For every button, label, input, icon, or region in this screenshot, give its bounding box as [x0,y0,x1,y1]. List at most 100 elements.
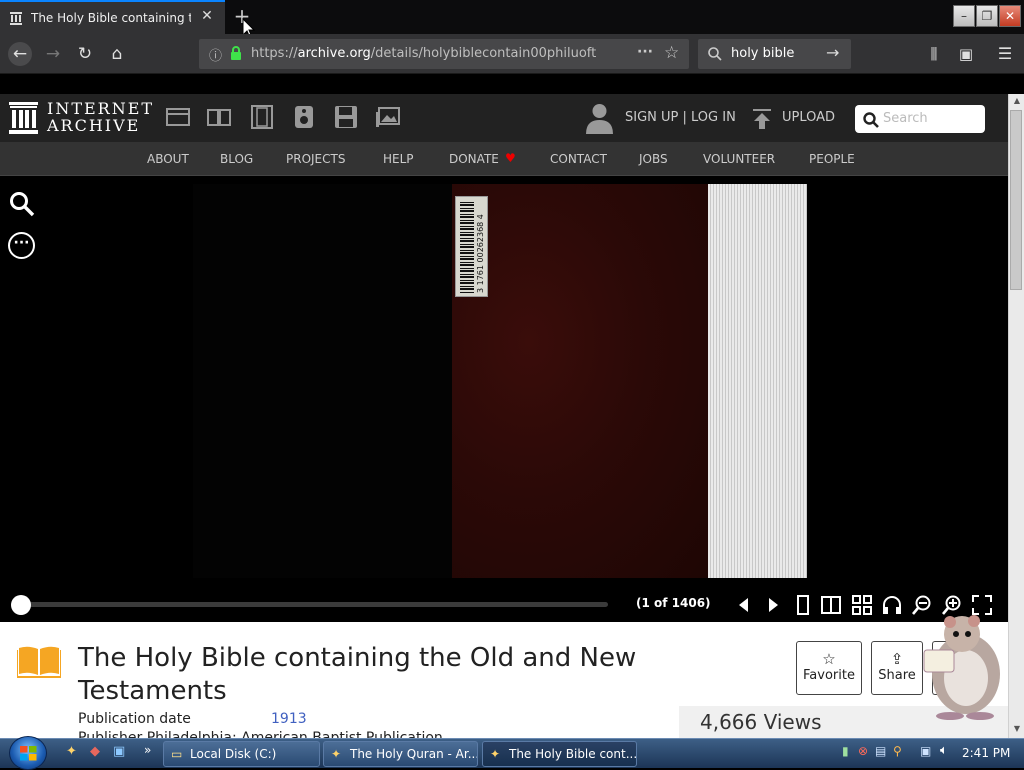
taskbar-item-local-disk[interactable]: ▭ Local Disk (C:) [163,741,320,767]
scroll-up-icon[interactable]: ▲ [1011,96,1023,106]
library-barcode-label: 3 1761 00262368 4 [455,196,488,297]
home-icon[interactable]: ⌂ [105,42,129,66]
tray-search-icon[interactable]: ⚲ [893,744,902,758]
viewer-search-icon[interactable] [9,191,35,217]
barcode-number: 3 1761 00262368 4 [476,214,485,293]
search-go-arrow-icon[interactable]: → [826,43,839,62]
publication-date-label: Publication date [78,711,191,727]
scroll-down-icon[interactable]: ▼ [1011,724,1023,734]
forward-arrow-icon[interactable]: → [41,42,65,66]
publication-date-link[interactable]: 1913 [271,711,307,727]
browser-icon: ✦ [331,747,342,761]
nav-jobs[interactable]: JOBS [639,152,668,166]
tray-security-icon[interactable]: ⊗ [858,744,868,758]
web-icon[interactable] [165,104,191,130]
search-icon [708,47,722,61]
tab-title: The Holy Bible containing the O [31,11,191,25]
next-page-icon[interactable] [762,594,784,616]
nav-donate[interactable]: DONATE [449,152,499,166]
barcode-lines [460,201,474,293]
quicklaunch-overflow-icon[interactable]: » [144,743,151,757]
nav-about[interactable]: ABOUT [147,152,189,166]
address-bar[interactable]: ⓘ https://archive.org/details/holybiblec… [199,39,689,69]
donate-heart-icon: ♥ [505,151,516,165]
windows-taskbar: ✦ ◆ ▣ » ▭ Local Disk (C:) ✦ The Holy Qur… [0,736,1024,770]
window-controls: – ❐ ✕ [953,5,1023,27]
texts-book-icon [17,646,61,678]
ia-top-nav: ABOUT BLOG PROJECTS HELP DONATE ♥ CONTAC… [0,142,1008,176]
reload-icon[interactable]: ↻ [73,42,97,66]
upload-link[interactable]: UPLOAD [782,110,835,125]
tray-app-icon[interactable]: ▮ [842,744,849,758]
views-count: 4,666 Views [700,710,822,734]
lock-icon [231,46,241,60]
page-actions-icon[interactable]: ··· [637,44,653,60]
ia-search-placeholder: Search [883,111,928,126]
read-aloud-headphones-icon[interactable] [881,594,903,616]
search-input-value: holy bible [731,46,795,61]
favorite-button[interactable]: ☆ Favorite [796,641,862,695]
browser-search-box[interactable]: holy bible → [698,39,851,69]
ia-header: INTERNET ARCHIVE SIGN UP | LOG IN UPLOAD… [0,94,1008,142]
nav-volunteer[interactable]: VOLUNTEER [703,152,775,166]
two-page-view-icon[interactable] [820,594,842,616]
viewer-more-options-icon[interactable]: ··· [8,232,35,259]
ia-logo-icon[interactable] [9,102,38,134]
signup-login-link[interactable]: SIGN UP | LOG IN [625,110,736,125]
nav-people[interactable]: PEOPLE [809,152,855,166]
tab-holy-bible[interactable]: The Holy Bible containing the O ✕ [0,0,225,34]
ia-logo-text[interactable]: INTERNET ARCHIVE [47,100,154,134]
folder-icon: ▭ [171,747,183,761]
tray-monitor-icon[interactable]: ▣ [920,744,931,758]
software-floppy-icon[interactable] [333,104,359,130]
nav-projects[interactable]: PROJECTS [286,152,345,166]
quicklaunch-shield-icon[interactable]: ◆ [90,744,100,759]
close-window-button[interactable]: ✕ [999,5,1021,27]
toolbar-separator [0,75,1024,94]
start-button[interactable] [9,736,47,770]
back-arrow-icon[interactable]: ← [8,42,32,66]
texts-book-icon[interactable] [206,104,232,130]
nav-blog[interactable]: BLOG [220,152,253,166]
blank-left-page [193,184,452,578]
browser-tab-bar: The Holy Bible containing the O ✕ + – ❐ … [0,0,1024,39]
one-page-view-icon[interactable] [792,594,814,616]
ia-search-input[interactable]: Search [855,105,985,133]
library-icon[interactable]: ⫼ [922,42,946,66]
star-icon: ☆ [822,650,836,668]
tray-network-icon[interactable]: ▤ [875,744,886,758]
url-text: https://archive.org/details/holybiblecon… [251,46,597,61]
nav-help[interactable]: HELP [383,152,414,166]
volume-icon[interactable]: 🔈︎ [940,743,948,758]
quicklaunch-desktop-icon[interactable]: ▣ [113,744,125,759]
info-icon[interactable]: ⓘ [209,45,222,64]
upload-arrow-icon[interactable] [751,108,773,130]
publisher-row-partial: Publisher Philadelphia: American Baptist… [78,730,443,738]
images-icon[interactable] [375,104,401,130]
book-cover-page[interactable] [452,184,708,578]
menu-icon[interactable]: ☰ [993,42,1017,66]
page-count: (1 of 1406) [636,596,711,610]
taskbar-item-holy-quran[interactable]: ✦ The Holy Quran - Ar... [323,741,478,767]
thumbnail-view-icon[interactable] [851,594,873,616]
page-slider-handle[interactable] [11,595,31,615]
ia-search-icon [863,112,879,128]
quicklaunch-app-icon[interactable]: ✦ [66,744,77,759]
system-clock[interactable]: 2:41 PM [962,746,1010,760]
taskbar-item-holy-bible[interactable]: ✦ The Holy Bible cont... [482,741,637,767]
audio-speaker-icon[interactable] [291,104,317,130]
scroll-thumb[interactable] [1010,110,1022,290]
archive-favicon-icon [10,12,22,25]
bookmark-star-icon[interactable]: ☆ [664,43,679,63]
video-film-icon[interactable] [249,104,275,130]
user-avatar-icon[interactable] [585,102,614,134]
sidebar-icon[interactable]: ▣ [954,42,978,66]
minimize-button[interactable]: – [953,5,975,27]
prev-page-icon[interactable] [733,594,755,616]
restore-button[interactable]: ❐ [976,5,998,27]
browser-nav-bar: ← → ↻ ⌂ ⓘ https://archive.org/details/ho… [0,34,1024,74]
page-slider-track[interactable] [20,602,608,607]
browser-icon: ✦ [490,747,501,761]
tab-close-icon[interactable]: ✕ [199,8,215,24]
nav-contact[interactable]: CONTACT [550,152,607,166]
